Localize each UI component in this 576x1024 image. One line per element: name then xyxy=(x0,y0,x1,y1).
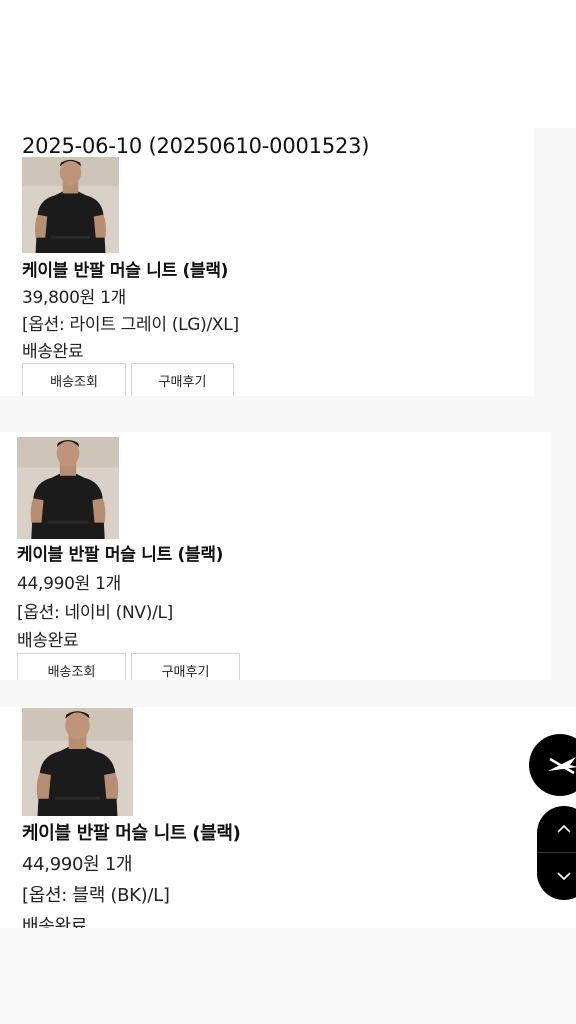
scroll-controls xyxy=(537,806,576,900)
order-date[interactable]: 2025-06-10 (20250610-0001523) xyxy=(22,134,369,158)
product-name[interactable]: 케이블 반팔 머슬 니트 (블랙) xyxy=(22,256,228,281)
brand-logo-icon xyxy=(544,757,576,775)
order-card: 2025-06-10 (20250610-0001523) 케이블 반팔 머슬 … xyxy=(0,128,534,396)
product-thumbnail[interactable] xyxy=(22,157,119,253)
product-price: 44,990원 1개 xyxy=(17,574,121,594)
product-option: [옵션: 네이비 (NV)/L] xyxy=(17,603,174,623)
bottom-spacer xyxy=(0,928,576,1024)
delivery-status: 배송완료 xyxy=(22,916,88,928)
scroll-bottom-button[interactable] xyxy=(537,853,576,899)
track-delivery-button[interactable]: 배송조회 xyxy=(22,363,126,396)
product-thumbnail[interactable] xyxy=(17,437,119,539)
product-option: [옵션: 블랙 (BK)/L] xyxy=(22,885,170,906)
product-price: 39,800원 1개 xyxy=(22,288,126,308)
top-spacer xyxy=(0,0,576,128)
scroll-top-button[interactable] xyxy=(537,806,576,852)
product-option: [옵션: 라이트 그레이 (LG)/XL] xyxy=(22,315,239,335)
order-card: 케이블 반팔 머슬 니트 (블랙) 44,990원 1개 [옵션: 네이비 (N… xyxy=(0,432,551,680)
track-delivery-button[interactable]: 배송조회 xyxy=(17,653,126,680)
model-photo xyxy=(22,708,133,816)
model-photo xyxy=(22,157,119,253)
product-price: 44,990원 1개 xyxy=(22,854,133,875)
write-review-button[interactable]: 구매후기 xyxy=(131,653,240,680)
product-name[interactable]: 케이블 반팔 머슬 니트 (블랙) xyxy=(22,819,241,845)
write-review-button[interactable]: 구매후기 xyxy=(131,363,234,396)
chevron-down-icon xyxy=(557,872,571,881)
order-card: 케이블 반팔 머슬 니트 (블랙) 44,990원 1개 [옵션: 블랙 (BK… xyxy=(0,707,576,928)
product-name[interactable]: 케이블 반팔 머슬 니트 (블랙) xyxy=(17,540,223,565)
delivery-status: 배송완료 xyxy=(17,631,79,651)
delivery-status: 배송완료 xyxy=(22,342,84,362)
product-thumbnail[interactable] xyxy=(22,708,133,816)
chevron-up-icon xyxy=(557,824,571,833)
model-photo xyxy=(17,437,119,539)
